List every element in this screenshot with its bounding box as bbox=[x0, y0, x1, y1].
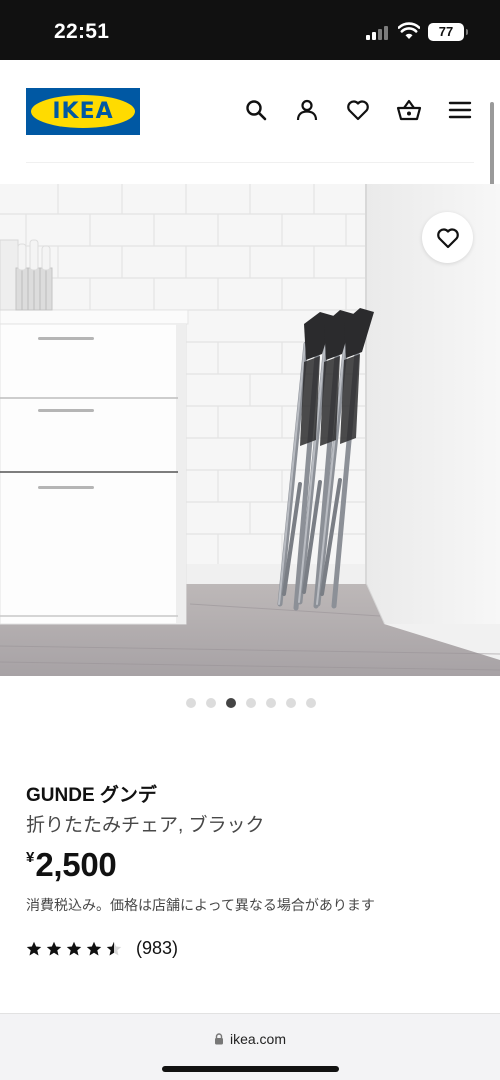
site-header: IKEA bbox=[0, 60, 500, 184]
battery-indicator: 77 bbox=[428, 23, 468, 41]
price-note: 消費税込み。価格は店舗によって異なる場合があります bbox=[26, 897, 375, 913]
ikea-logo[interactable]: IKEA bbox=[26, 88, 140, 135]
product-description: 折りたたみチェア, ブラック bbox=[26, 815, 265, 836]
header-divider bbox=[26, 162, 474, 163]
lock-icon bbox=[214, 1033, 223, 1045]
carousel-dot[interactable] bbox=[306, 698, 316, 708]
star-icon bbox=[26, 941, 42, 955]
cellular-signal-icon bbox=[366, 26, 390, 40]
save-to-wishlist-button[interactable] bbox=[422, 212, 473, 263]
price-currency: ¥ bbox=[26, 849, 35, 866]
review-count: (983) bbox=[136, 938, 179, 958]
star-icon bbox=[86, 941, 102, 955]
wifi-icon bbox=[397, 22, 421, 45]
image-carousel-dots bbox=[0, 698, 500, 710]
browser-bottom-bar: ikea.com bbox=[0, 1013, 500, 1080]
logo-oval: IKEA bbox=[31, 95, 135, 128]
product-name[interactable]: GUNDE グンデ bbox=[26, 780, 157, 807]
carousel-dot[interactable] bbox=[246, 698, 256, 708]
carousel-dot[interactable] bbox=[266, 698, 276, 708]
price-value: 2,500 bbox=[35, 846, 117, 883]
product-image[interactable] bbox=[0, 184, 500, 676]
rating-stars bbox=[26, 941, 122, 957]
url-bar[interactable]: ikea.com bbox=[0, 1031, 500, 1047]
basket-icon[interactable] bbox=[396, 97, 422, 123]
star-icon bbox=[66, 941, 82, 955]
carousel-dot[interactable] bbox=[206, 698, 216, 708]
product-price: ¥ 2,500 bbox=[26, 846, 117, 884]
logo-text: IKEA bbox=[52, 99, 114, 124]
menu-icon[interactable] bbox=[447, 97, 473, 123]
account-icon[interactable] bbox=[294, 97, 320, 123]
status-time: 22:51 bbox=[54, 20, 110, 43]
product-photo bbox=[0, 184, 500, 676]
carousel-dot[interactable] bbox=[286, 698, 296, 708]
search-icon[interactable] bbox=[243, 97, 269, 123]
heart-icon bbox=[436, 227, 459, 248]
home-indicator[interactable] bbox=[162, 1066, 339, 1072]
url-text: ikea.com bbox=[229, 1031, 287, 1047]
heart-icon[interactable] bbox=[345, 97, 371, 123]
status-bar: 22:51 77 bbox=[0, 0, 500, 60]
carousel-dot[interactable] bbox=[186, 698, 196, 708]
star-icon bbox=[106, 941, 122, 955]
star-icon bbox=[46, 941, 62, 955]
carousel-dot[interactable] bbox=[226, 698, 236, 708]
product-rating[interactable]: (983) bbox=[26, 938, 178, 959]
